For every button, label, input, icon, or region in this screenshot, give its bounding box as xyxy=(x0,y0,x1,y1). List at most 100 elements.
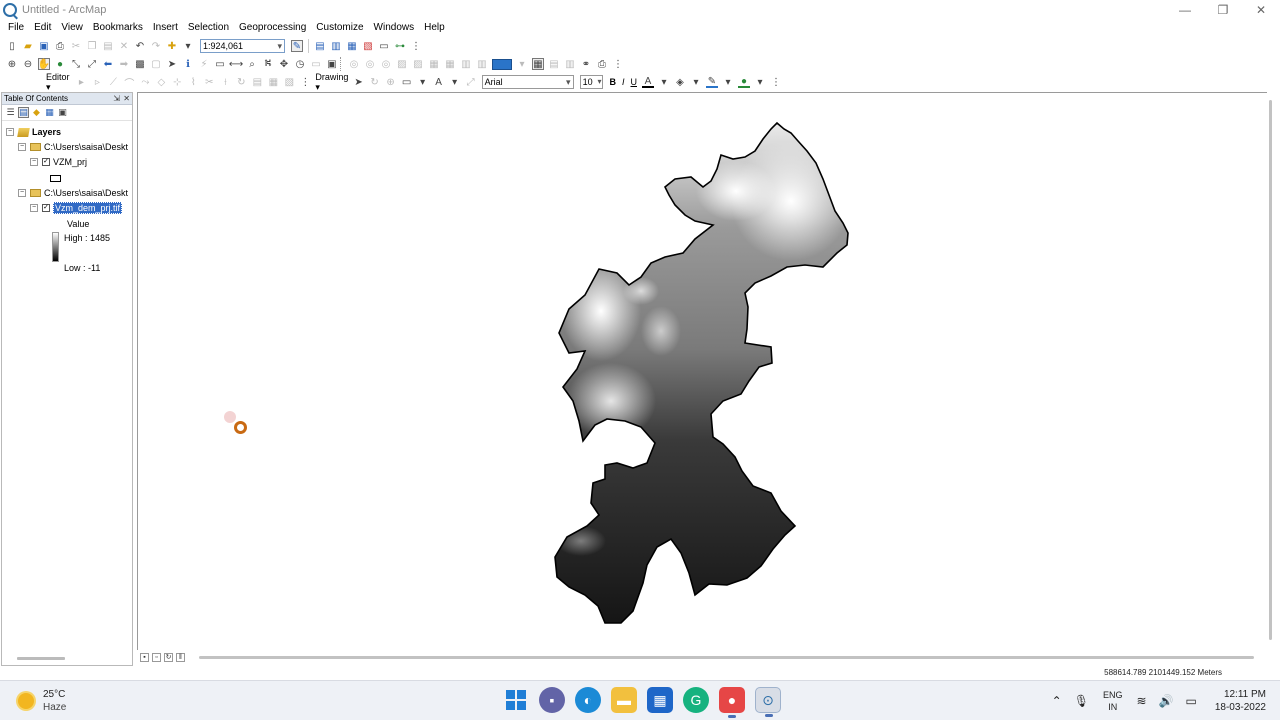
layer-name-dem[interactable]: Vzm_dem_prj.tif xyxy=(53,202,123,214)
sketch-properties-icon[interactable]: ▦ xyxy=(267,76,279,88)
fill-color-icon[interactable]: ◈ xyxy=(674,76,686,88)
new-document-icon[interactable]: ▯ xyxy=(6,40,18,52)
straight-segment-icon[interactable]: ⟋ xyxy=(107,76,119,88)
visibility-checkbox-dem[interactable]: ✓ xyxy=(42,204,50,212)
map-scale-combo[interactable]: 1:924,061 xyxy=(200,39,285,53)
stretched-color-ramp[interactable] xyxy=(52,232,59,262)
drawing-zoom-icon[interactable]: ⊕ xyxy=(385,76,397,88)
pin-icon[interactable]: ⇲ xyxy=(113,93,120,105)
identify-icon[interactable]: ℹ xyxy=(182,58,194,70)
full-extent-icon[interactable]: ● xyxy=(54,58,66,70)
menu-file[interactable]: File xyxy=(3,20,29,36)
menu-view[interactable]: View xyxy=(56,20,88,36)
menu-insert[interactable]: Insert xyxy=(148,20,183,36)
create-features-icon[interactable]: ▧ xyxy=(283,76,295,88)
map-display[interactable] xyxy=(137,92,1267,650)
microsoft-store-icon[interactable]: ▦ xyxy=(647,687,673,713)
arctoolbox-icon[interactable]: ▧ xyxy=(362,40,374,52)
tree-row-layer-dem[interactable]: − ✓ Vzm_dem_prj.tif xyxy=(30,201,123,215)
open-folder-icon[interactable]: ▰ xyxy=(22,40,34,52)
redo-icon[interactable]: ↷ xyxy=(150,40,162,52)
system-clock[interactable]: 12:11 PM 18-03-2022 xyxy=(1215,688,1266,714)
maximize-button[interactable]: ❐ xyxy=(1204,0,1242,20)
trace-icon[interactable]: ⤳ xyxy=(139,76,151,88)
zoom-out-icon[interactable]: ⊖ xyxy=(22,58,34,70)
font-color-icon[interactable]: A xyxy=(642,76,654,88)
layout-tool-icon[interactable]: ▦ xyxy=(532,58,544,70)
font-color-dropdown-icon[interactable]: ▾ xyxy=(658,76,670,88)
copy-icon[interactable]: ❐ xyxy=(86,40,98,52)
go-to-xy-icon[interactable]: ✥ xyxy=(278,58,290,70)
catalog-window-icon[interactable]: ▥ xyxy=(330,40,342,52)
end-point-arc-icon[interactable]: ⌒ xyxy=(123,76,135,90)
list-by-visibility-icon[interactable]: ◆ xyxy=(31,107,42,118)
pause-drawing-button[interactable]: ‖ xyxy=(176,653,185,662)
expander-dem[interactable]: − xyxy=(30,204,38,212)
menu-customize[interactable]: Customize xyxy=(311,20,368,36)
paste-icon[interactable]: ▤ xyxy=(102,40,114,52)
windows-start-icon[interactable] xyxy=(503,687,529,713)
menu-geoprocessing[interactable]: Geoprocessing xyxy=(234,20,311,36)
map-horizontal-scrollbar[interactable] xyxy=(199,656,1254,659)
bold-button[interactable]: B xyxy=(609,77,616,87)
visibility-checkbox-vzm-prj[interactable]: ✓ xyxy=(42,158,50,166)
measure-icon[interactable]: ⟷ xyxy=(229,58,243,70)
map-vscroll-thumb[interactable] xyxy=(1269,100,1272,640)
italic-button[interactable]: I xyxy=(622,77,625,87)
menu-edit[interactable]: Edit xyxy=(29,20,56,36)
georef-tool-7-icon[interactable]: ▦ xyxy=(444,58,456,70)
toc-close-icon[interactable]: ✕ xyxy=(123,93,130,105)
text-tool-icon[interactable]: A xyxy=(433,76,445,88)
cut-polygons-icon[interactable]: ✂ xyxy=(203,76,215,88)
edit-vertices-icon[interactable]: ⊹ xyxy=(171,76,183,88)
underline-button[interactable]: U xyxy=(631,77,638,87)
volume-icon[interactable]: 🔊 xyxy=(1159,694,1174,708)
toc-scroll-thumb[interactable] xyxy=(17,657,65,660)
toolbar-options-2-icon[interactable]: ⋮ xyxy=(612,58,624,70)
rectangle-icon[interactable]: ▭ xyxy=(401,76,413,88)
georef-tool-8-icon[interactable]: ▥ xyxy=(460,58,472,70)
editor-options-icon[interactable]: ⋮ xyxy=(299,76,311,88)
expander-layers[interactable]: − xyxy=(6,128,14,136)
viewer-window-icon[interactable]: ▭ xyxy=(310,58,322,70)
edit-text-icon[interactable]: ⤢ xyxy=(465,76,477,88)
pan-icon[interactable]: ✋ xyxy=(38,58,50,70)
font-size-combo[interactable]: 10 xyxy=(579,75,604,89)
menu-bookmarks[interactable]: Bookmarks xyxy=(88,20,148,36)
layout-view-button[interactable]: ▫ xyxy=(152,653,161,662)
drawing-options-icon[interactable]: ⋮ xyxy=(770,76,782,88)
weather-widget[interactable]: 25°C Haze xyxy=(18,688,66,714)
split-icon[interactable]: ⟊ xyxy=(219,76,231,88)
polygon-symbol-icon[interactable] xyxy=(50,174,61,182)
print-preview-icon[interactable]: ⎙ xyxy=(596,58,608,70)
zoom-in-icon[interactable]: ⊕ xyxy=(6,58,18,70)
georef-tool-3-icon[interactable]: ◎ xyxy=(380,58,392,70)
tree-row-folder-1[interactable]: − C:\Users\saisa\Deskt xyxy=(18,140,128,154)
input-language[interactable]: ENG IN xyxy=(1103,689,1123,713)
html-popup-icon[interactable]: ▭ xyxy=(214,58,226,70)
expander-vzm-prj[interactable]: − xyxy=(30,158,38,166)
tree-row-folder-2[interactable]: − C:\Users\saisa\Deskt xyxy=(18,186,128,200)
georef-tool-4-icon[interactable]: ▨ xyxy=(396,58,408,70)
undo-icon[interactable]: ↶ xyxy=(134,40,146,52)
fill-color-dropdown-icon[interactable]: ▾ xyxy=(690,76,702,88)
layout-tool-3-icon[interactable]: ▥ xyxy=(564,58,576,70)
drawing-rotate-icon[interactable]: ↻ xyxy=(369,76,381,88)
data-view-button[interactable]: ▪ xyxy=(140,653,149,662)
clear-selection-icon[interactable]: ▢ xyxy=(150,58,162,70)
list-by-drawing-order-icon[interactable]: ☰ xyxy=(5,107,16,118)
expander-folder-2[interactable]: − xyxy=(18,189,26,197)
georef-tool-2-icon[interactable]: ◎ xyxy=(364,58,376,70)
add-data-icon[interactable]: ✚ xyxy=(166,40,178,52)
layout-tool-2-icon[interactable]: ▤ xyxy=(548,58,560,70)
search-window-icon[interactable]: ▦ xyxy=(346,40,358,52)
add-data-dropdown-icon[interactable]: ▾ xyxy=(182,40,194,52)
print-icon[interactable]: ⎙ xyxy=(54,40,66,52)
file-explorer-icon[interactable]: ▬ xyxy=(611,687,637,713)
next-extent-icon[interactable]: ➡ xyxy=(118,58,130,70)
expander-folder-1[interactable]: − xyxy=(18,143,26,151)
marker-color-icon[interactable]: ● xyxy=(738,76,750,88)
edge-browser-icon[interactable]: ◐ xyxy=(575,687,601,713)
line-color-dropdown-icon[interactable]: ▾ xyxy=(722,76,734,88)
fixed-zoom-in-icon[interactable]: ⤡ xyxy=(70,58,82,70)
